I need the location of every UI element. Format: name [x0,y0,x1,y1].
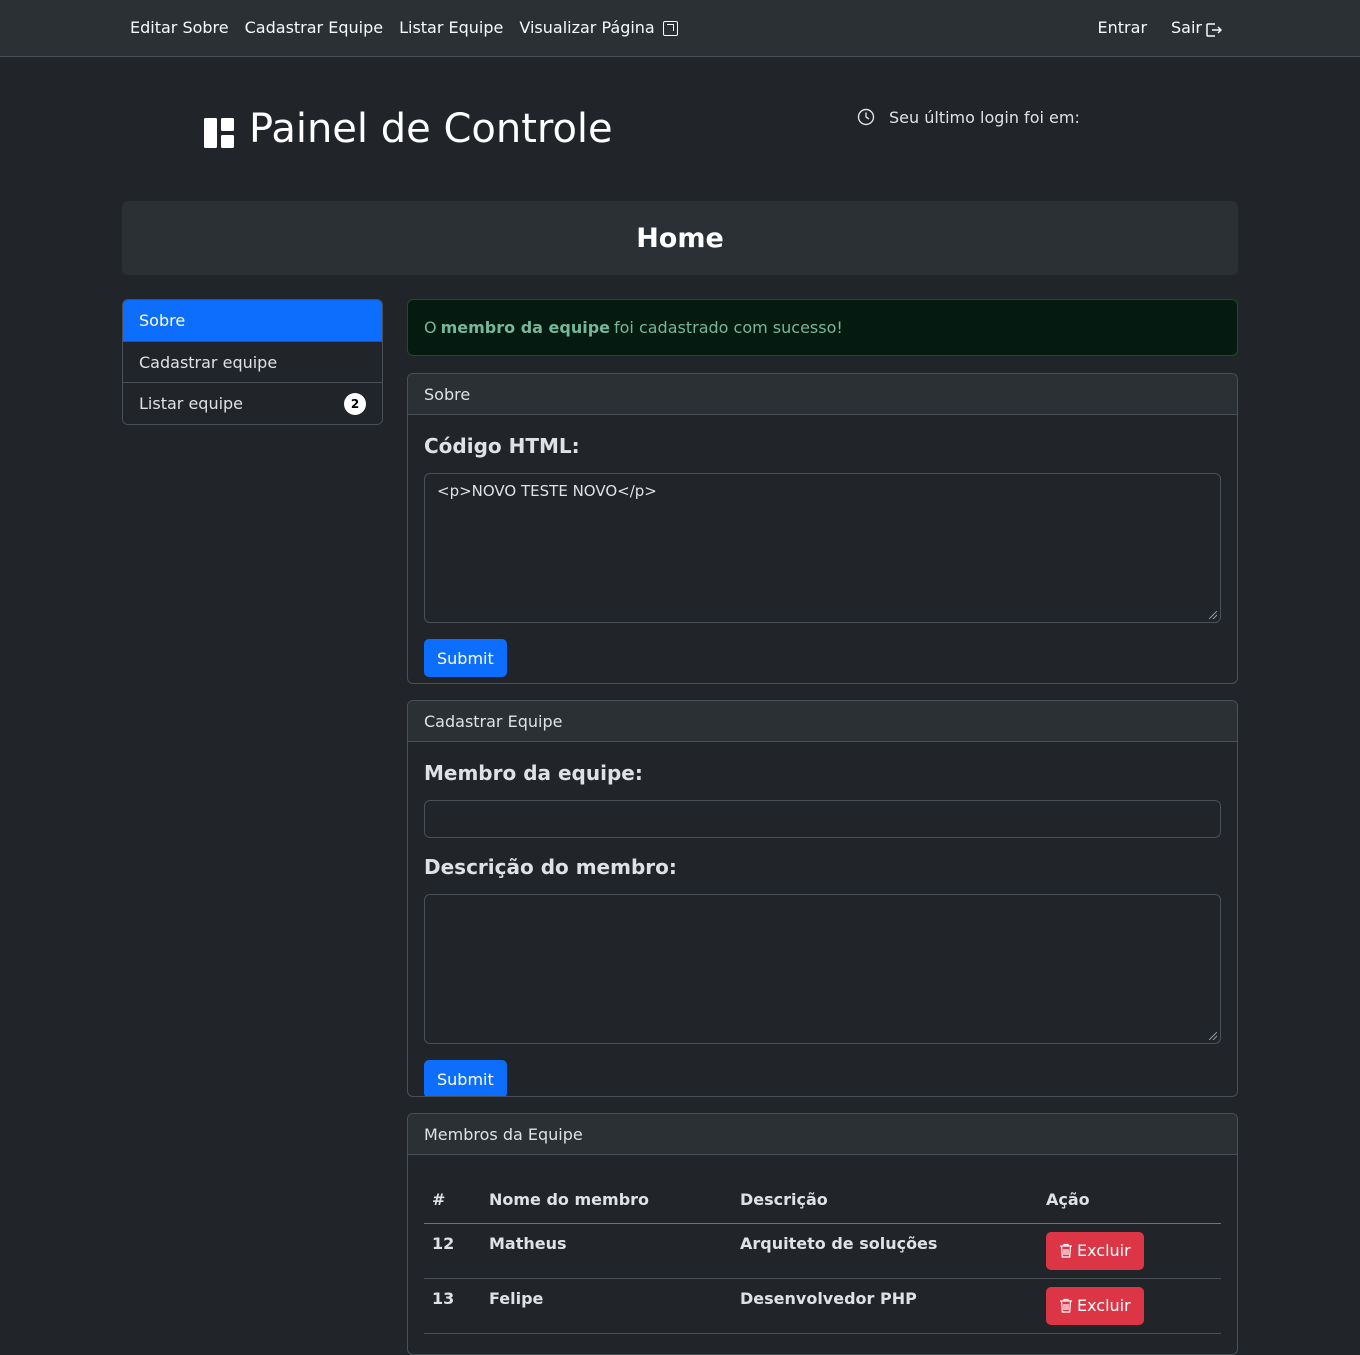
nav-sair[interactable]: Sair [1171,17,1223,39]
html-code-value: <p>NOVO TESTE NOVO</p> [437,482,657,500]
delete-button[interactable]: Excluir [1046,1231,1144,1270]
sidebar-item-label: Listar equipe [139,394,244,413]
page-title-text: Painel de Controle [249,106,613,152]
card-body: Código HTML: <p>NOVO TESTE NOVO</p> Subm… [408,415,1237,683]
member-description: Arquiteto de soluções [732,1223,1038,1279]
alert-suffix: foi cadastrado com sucesso! [614,318,843,337]
column-header: # [424,1177,481,1224]
external-link-icon [662,20,678,36]
card-header: Membros da Equipe [408,1114,1237,1155]
members-table: # Nome do membro Descrição Ação 12 Mathe… [424,1177,1221,1334]
card-body: Membro da equipe: Descrição do membro: S… [408,742,1237,1096]
count-badge: 2 [344,392,366,415]
cadastrar-submit-button[interactable]: Submit [424,1060,507,1096]
delete-button-label: Excluir [1077,1296,1131,1315]
last-login: Seu último login foi em: [857,106,1080,128]
delete-button-label: Excluir [1077,1241,1131,1260]
sidebar-item-label: Sobre [139,311,186,330]
nav-editar-sobre[interactable]: Editar Sobre [130,17,229,39]
table-header-row: # Nome do membro Descrição Ação [424,1177,1221,1224]
table-row: 12 Matheus Arquiteto de soluções Excluir [424,1223,1221,1279]
home-banner: Home [122,201,1238,275]
sobre-card: Sobre Código HTML: <p>NOVO TESTE NOVO</p… [407,373,1238,684]
success-alert: O membro da equipe foi cadastrado com su… [407,299,1238,356]
trash-icon [1060,1243,1072,1258]
dashboard-icon [203,113,235,148]
member-name: Matheus [481,1223,732,1279]
sobre-submit-button[interactable]: Submit [424,639,507,677]
resize-handle-icon[interactable] [1209,1032,1217,1040]
resize-handle-icon[interactable] [1209,611,1217,619]
home-title: Home [636,222,724,254]
trash-icon [1060,1298,1072,1313]
clock-icon [857,108,875,126]
nav-sair-label: Sair [1171,18,1202,37]
member-name-input[interactable] [424,800,1221,838]
column-header: Nome do membro [481,1177,732,1224]
member-description-label: Descrição do membro: [424,855,677,879]
alert-prefix: O [424,318,437,337]
card-header: Sobre [408,374,1237,415]
html-code-textarea[interactable]: <p>NOVO TESTE NOVO</p> [424,473,1221,623]
member-name: Felipe [481,1278,732,1334]
nav-right: Entrar Sair [1074,17,1223,39]
cadastrar-equipe-card: Cadastrar Equipe Membro da equipe: Descr… [407,700,1238,1097]
nav-cadastrar-equipe[interactable]: Cadastrar Equipe [245,17,383,39]
top-navbar: Editar Sobre Cadastrar Equipe Listar Equ… [0,0,1360,57]
nav-entrar[interactable]: Entrar [1098,17,1147,39]
logout-icon [1206,21,1223,37]
column-header: Ação [1038,1177,1221,1224]
member-id: 13 [424,1278,481,1334]
page-title: Painel de Controle [203,104,613,154]
nav-visualizar-pagina-label: Visualizar Página [519,18,655,37]
member-action: Excluir [1038,1223,1221,1279]
sidebar-item-cadastrar-equipe[interactable]: Cadastrar equipe [123,342,382,383]
membros-card: Membros da Equipe # Nome do membro Descr… [407,1113,1238,1355]
last-login-text: Seu último login foi em: [889,107,1080,127]
card-body: # Nome do membro Descrição Ação 12 Mathe… [408,1155,1237,1350]
member-description: Desenvolvedor PHP [732,1278,1038,1334]
delete-button[interactable]: Excluir [1046,1286,1144,1325]
member-description-textarea[interactable] [424,894,1221,1044]
member-id: 12 [424,1223,481,1279]
member-action: Excluir [1038,1278,1221,1334]
column-header: Descrição [732,1177,1038,1224]
alert-bold: membro da equipe [440,318,610,337]
member-label: Membro da equipe: [424,761,643,785]
table-row: 13 Felipe Desenvolvedor PHP Excluir [424,1278,1221,1334]
card-header: Cadastrar Equipe [408,701,1237,742]
sidebar-item-listar-equipe[interactable]: Listar equipe 2 [123,383,382,424]
sidebar-item-label: Cadastrar equipe [139,352,278,372]
html-code-label: Código HTML: [424,434,580,458]
nav-left: Editar Sobre Cadastrar Equipe Listar Equ… [130,17,694,39]
sidebar: Sobre Cadastrar equipe Listar equipe 2 [122,299,383,425]
nav-listar-equipe[interactable]: Listar Equipe [399,17,503,39]
sidebar-item-sobre[interactable]: Sobre [123,300,382,342]
nav-visualizar-pagina[interactable]: Visualizar Página [519,17,678,39]
